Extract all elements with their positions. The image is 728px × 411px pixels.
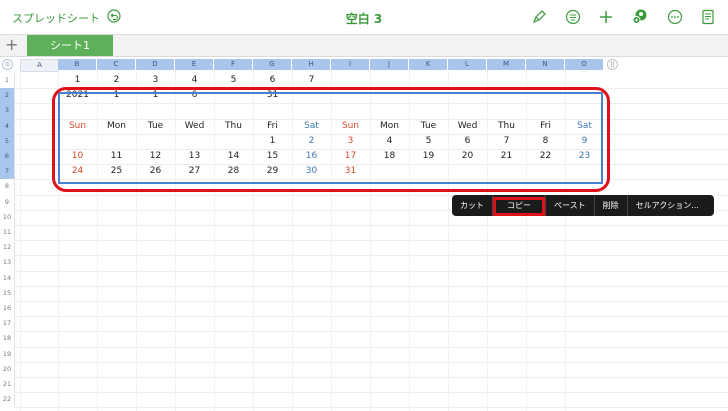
sheet-tab-bar: + シート1: [0, 34, 728, 57]
column-header[interactable]: J: [370, 59, 409, 70]
cell[interactable]: 7: [292, 73, 331, 88]
tab-sheet1[interactable]: シート1: [27, 35, 113, 56]
row-header[interactable]: 3: [0, 103, 15, 119]
grid-line: [15, 255, 728, 257]
row-header[interactable]: 11: [0, 225, 15, 241]
column-header[interactable]: C: [97, 59, 136, 70]
row-header[interactable]: 4: [0, 118, 15, 134]
row-header[interactable]: 21: [0, 377, 15, 393]
row-header[interactable]: 18: [0, 331, 15, 347]
row-header[interactable]: 7: [0, 164, 15, 180]
row-header[interactable]: 20: [0, 361, 15, 377]
column-header[interactable]: L: [448, 59, 487, 70]
row-header[interactable]: 9: [0, 194, 15, 210]
row-header[interactable]: 12: [0, 240, 15, 256]
column-header[interactable]: H: [292, 59, 331, 70]
toolbar: スプレッドシート 空白 3: [0, 0, 728, 34]
document-icon[interactable]: [700, 9, 716, 25]
cell[interactable]: 5: [214, 73, 253, 88]
more-icon[interactable]: [667, 9, 683, 25]
cell[interactable]: 2: [97, 73, 136, 88]
document-title: 空白 3: [345, 12, 383, 26]
context-menu: カット コピー ペースト 削除 セルアクション...: [452, 195, 714, 216]
grid-line: [15, 316, 728, 318]
menu-item-delete[interactable]: 削除: [595, 195, 628, 216]
grid-line: [15, 346, 728, 348]
grid-line: [15, 377, 728, 378]
row-header[interactable]: 1: [0, 73, 15, 89]
grid-line: [15, 240, 728, 242]
column-header[interactable]: E: [175, 59, 214, 70]
add-sheet-button[interactable]: +: [5, 35, 18, 55]
column-header[interactable]: O: [565, 59, 604, 70]
grid-line: [15, 331, 728, 333]
column-header[interactable]: M: [487, 59, 526, 70]
column-header[interactable]: D: [136, 59, 175, 70]
menu-item-cell-actions[interactable]: セルアクション...: [628, 195, 707, 216]
column-header[interactable]: K: [409, 59, 448, 70]
column-header[interactable]: A: [20, 59, 59, 72]
menu-item-paste[interactable]: ペースト: [546, 195, 595, 216]
row-header[interactable]: 13: [0, 255, 15, 271]
collaborate-icon[interactable]: [632, 9, 648, 25]
highlight-frame-range: [52, 87, 610, 192]
highlight-frame-copy: [493, 197, 545, 216]
menu-item-cut[interactable]: カット: [452, 195, 493, 216]
row-header[interactable]: 2: [0, 88, 15, 104]
column-header[interactable]: N: [526, 59, 565, 70]
grid-line: [15, 392, 728, 394]
grid-line: [20, 71, 21, 411]
column-header[interactable]: I: [331, 59, 370, 70]
cell[interactable]: 4: [175, 73, 214, 88]
row-header[interactable]: 14: [0, 270, 15, 286]
cell[interactable]: 6: [253, 73, 292, 88]
row-header[interactable]: 5: [0, 133, 15, 149]
column-header[interactable]: G: [253, 59, 292, 70]
grid-line: [15, 225, 728, 226]
grid-line: [15, 285, 728, 287]
paintbrush-icon[interactable]: [531, 9, 547, 25]
row-header[interactable]: 22: [0, 392, 15, 408]
add-column-handle[interactable]: ||: [607, 59, 618, 70]
plus-icon[interactable]: [598, 9, 614, 25]
row-header[interactable]: 17: [0, 316, 15, 332]
row-header[interactable]: 6: [0, 149, 15, 165]
cell[interactable]: 1: [58, 73, 97, 88]
column-header[interactable]: B: [58, 59, 97, 70]
grid-line: [15, 301, 728, 302]
select-all-handle[interactable]: ⊙: [2, 59, 13, 70]
grid-line: [15, 270, 728, 272]
grid-line: [15, 407, 728, 409]
list-icon[interactable]: [565, 9, 581, 25]
row-header[interactable]: 19: [0, 346, 15, 362]
cell[interactable]: 3: [136, 73, 175, 88]
column-header[interactable]: F: [214, 59, 253, 70]
row-header[interactable]: 15: [0, 285, 15, 301]
grid-line: [15, 361, 728, 363]
row-header[interactable]: 10: [0, 209, 15, 225]
row-header[interactable]: 8: [0, 179, 15, 195]
row-header[interactable]: 16: [0, 301, 15, 317]
